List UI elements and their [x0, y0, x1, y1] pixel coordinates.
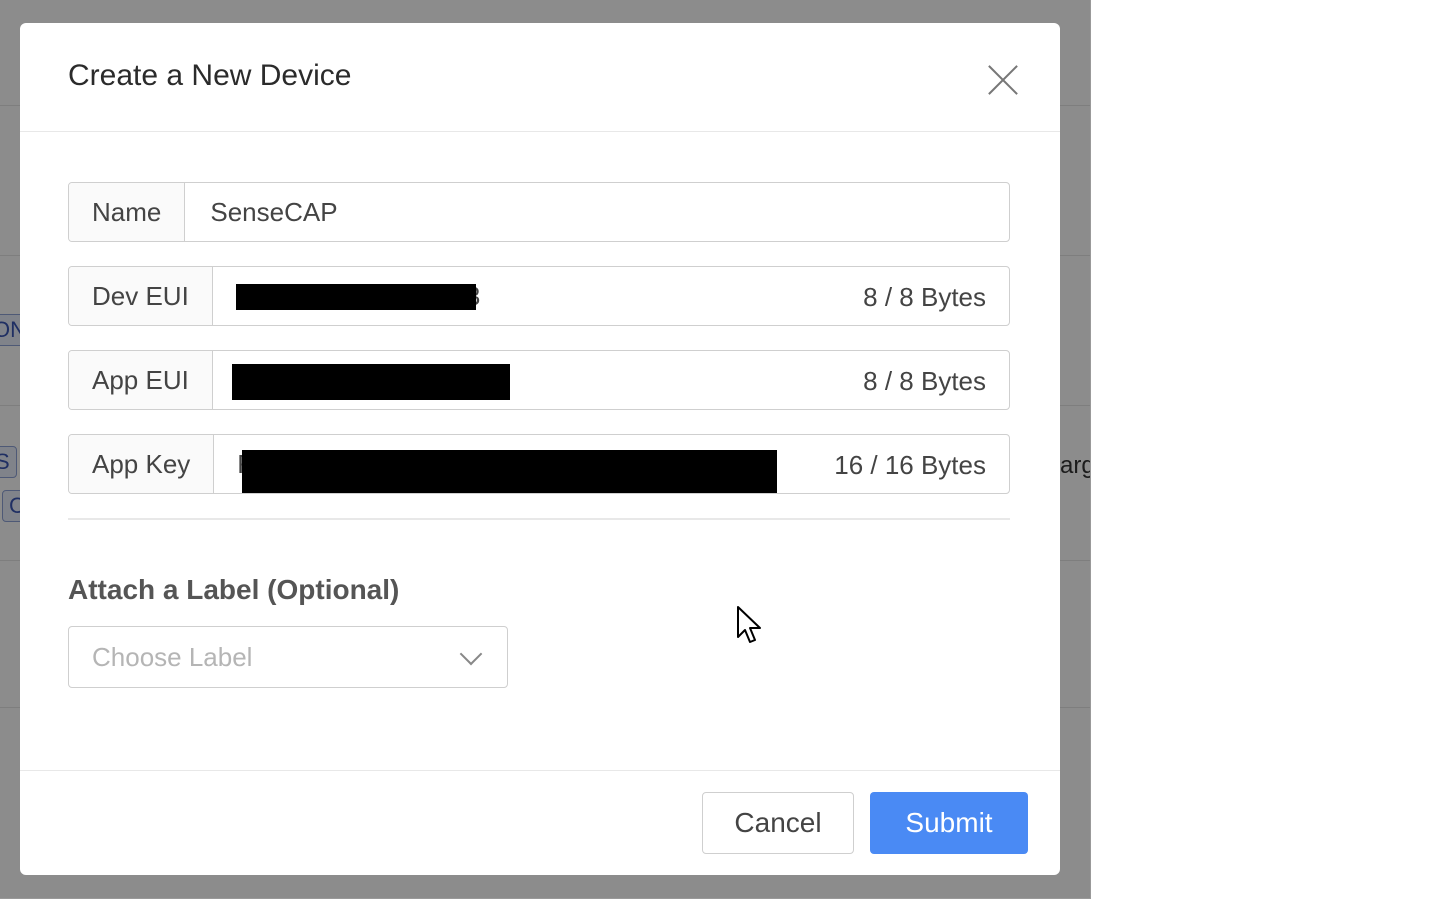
dev-eui-input-group: Dev EUI 3 8 / 8 Bytes [68, 266, 1010, 326]
dev-eui-byte-count: 8 / 8 Bytes [863, 282, 986, 312]
choose-label-select[interactable]: Choose Label [68, 626, 508, 688]
app-eui-label: App EUI [69, 351, 213, 409]
blank-area [1091, 0, 1440, 900]
section-divider [68, 518, 1010, 520]
create-device-modal: Create a New Device Name Dev EUI 3 8 / 8… [20, 23, 1060, 875]
submit-button[interactable]: Submit [870, 792, 1028, 854]
modal-title: Create a New Device [68, 59, 352, 92]
redaction-box [231, 364, 510, 400]
app-key-input[interactable]: F 16 / 16 Bytes [214, 435, 1009, 493]
mouse-pointer-icon [737, 606, 761, 643]
app-eui-byte-count: 8 / 8 Bytes [863, 366, 986, 396]
name-field-wrapper [185, 183, 1009, 241]
close-icon[interactable] [986, 63, 1020, 97]
app-eui-input-group: App EUI 8 / 8 Bytes [68, 350, 1010, 410]
app-key-label: App Key [69, 435, 215, 493]
chevron-down-icon [459, 642, 483, 666]
dev-eui-label: Dev EUI [69, 267, 213, 325]
name-input-group: Name [68, 182, 1010, 242]
app-eui-input[interactable]: 8 / 8 Bytes [213, 351, 1009, 409]
app-key-input-group: App Key F 16 / 16 Bytes [68, 434, 1010, 494]
choose-label-placeholder: Choose Label [92, 641, 253, 672]
name-input[interactable] [208, 195, 986, 229]
modal-header: Create a New Device [20, 23, 1060, 132]
cancel-button[interactable]: Cancel [702, 792, 854, 854]
modal-footer: Cancel Submit [20, 770, 1060, 875]
modal-body: Name Dev EUI 3 8 / 8 Bytes App EUI 8 / 8… [20, 132, 1060, 688]
redaction-box [235, 284, 476, 310]
redaction-box [242, 450, 778, 493]
app-key-byte-count: 16 / 16 Bytes [834, 450, 986, 480]
attach-label-heading: Attach a Label (Optional) [68, 574, 400, 605]
dev-eui-input[interactable]: 3 8 / 8 Bytes [213, 267, 1009, 325]
name-label: Name [69, 183, 186, 241]
